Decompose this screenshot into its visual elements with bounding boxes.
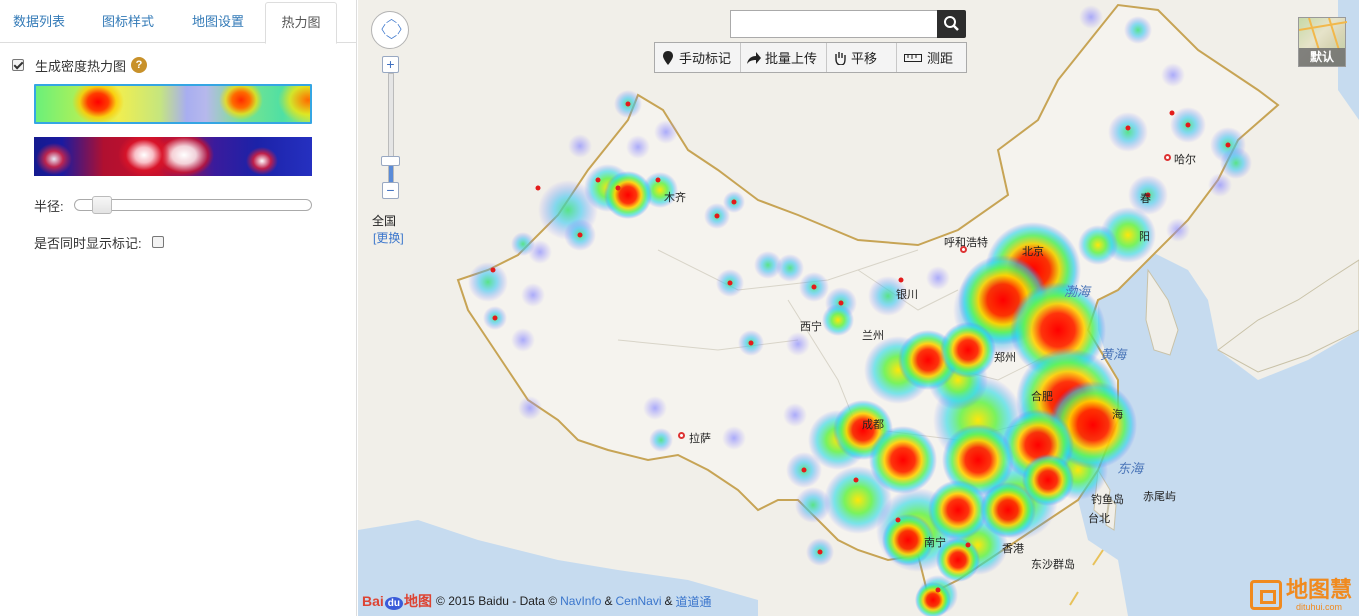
navinfo-link[interactable]: NavInfo xyxy=(560,594,601,608)
pin-icon xyxy=(661,50,675,65)
city-label: 成都 xyxy=(862,419,884,431)
pan-up-icon[interactable]: ︿ xyxy=(386,14,397,25)
heatmap-enable-row: 生成密度热力图 ? xyxy=(12,55,148,75)
zoom-slider-handle[interactable] xyxy=(381,156,400,166)
tab-map-settings[interactable]: 地图设置 xyxy=(178,2,258,43)
tool-batch-upload[interactable]: 批量上传 xyxy=(741,43,827,72)
watermark-subtitle: dituhui.com xyxy=(1295,602,1343,612)
tool-manual-mark[interactable]: 手动标记 xyxy=(655,43,741,72)
sea-label: 渤海 xyxy=(1064,284,1091,299)
dituhui-watermark: 地图慧 dituhui.com xyxy=(1250,578,1352,612)
pan-left-icon[interactable]: 〈 xyxy=(375,25,386,36)
tab-heatmap[interactable]: 热力图 xyxy=(265,2,337,44)
settings-panel: 数据列表 图标样式 地图设置 热力图 生成密度热力图 ? 半径: 是否同时显示标… xyxy=(0,0,357,616)
show-markers-label: 是否同时显示标记: xyxy=(34,235,142,251)
city-label: 银川 xyxy=(896,289,918,301)
zoom-slider[interactable] xyxy=(388,73,394,183)
city-label: 合肥 xyxy=(1031,391,1053,403)
map-search-box xyxy=(730,10,938,38)
city-label: 南宁 xyxy=(924,537,946,549)
china-heatmap-layer xyxy=(358,0,1359,616)
tool-label: 平移 xyxy=(851,51,878,66)
copyright-amp: & xyxy=(664,594,673,608)
help-icon[interactable]: ? xyxy=(131,57,148,73)
city-label: 赤尾屿 xyxy=(1143,491,1176,503)
city-marker xyxy=(1164,154,1171,161)
city-label: 兰州 xyxy=(862,330,884,342)
city-label: 钓鱼岛 xyxy=(1091,494,1124,506)
city-label: 哈尔 xyxy=(1174,154,1196,166)
city-marker xyxy=(678,432,685,439)
city-label: 拉萨 xyxy=(689,433,711,445)
sea-label: 黄海 xyxy=(1100,347,1127,362)
settings-tabs: 数据列表 图标样式 地图设置 热力图 xyxy=(0,0,357,44)
map-canvas[interactable]: 木齐 哈尔 呼和浩特 银川 西宁 兰州 郑州 拉萨 海 合肥 成都 南宁 香港 … xyxy=(358,0,1359,616)
cennavi-link[interactable]: CenNavi xyxy=(615,594,661,608)
tab-data-list[interactable]: 数据列表 xyxy=(0,2,78,43)
tool-label: 手动标记 xyxy=(679,51,732,66)
ruler-icon xyxy=(903,51,923,65)
gradient-option-rainbow[interactable] xyxy=(34,84,312,124)
city-label: 海 xyxy=(1112,409,1123,421)
heatmap-enable-checkbox[interactable] xyxy=(12,59,24,71)
map-toolbar: 手动标记 批量上传 平移 测距 xyxy=(654,42,967,73)
heatmap-enable-label: 生成密度热力图 xyxy=(35,58,127,74)
zoom-change-link[interactable]: [更换] xyxy=(373,229,404,246)
map-copyright: Bai du 地图 © 2015 Baidu - Data © NavInfo & … xyxy=(362,586,715,616)
city-label: 香港 xyxy=(1002,543,1024,555)
map-thumbnail-icon xyxy=(1298,17,1348,51)
city-label: 郑州 xyxy=(994,352,1016,364)
app-root: 数据列表 图标样式 地图设置 热力图 生成密度热力图 ? 半径: 是否同时显示标… xyxy=(0,0,1359,616)
tab-icon-style[interactable]: 图标样式 xyxy=(88,2,168,43)
copyright-amp: & xyxy=(604,594,613,608)
radius-row: 半径: xyxy=(34,196,312,214)
watermark-title: 地图慧 xyxy=(1286,577,1353,602)
copyright-text: © 2015 Baidu - Data © xyxy=(436,594,558,608)
dituhui-logo-icon xyxy=(1250,580,1282,610)
tool-label: 批量上传 xyxy=(765,51,818,66)
city-marker xyxy=(960,246,967,253)
search-icon xyxy=(944,16,959,31)
zoom-level-label: 全国 xyxy=(372,214,397,228)
show-markers-row: 是否同时显示标记: xyxy=(34,233,164,251)
gradient-option-dark[interactable] xyxy=(34,137,312,176)
share-arrow-icon xyxy=(747,51,761,65)
map-type-switch[interactable]: 默认 xyxy=(1298,17,1348,67)
zoom-in-button[interactable]: + xyxy=(382,56,399,73)
city-label: 台北 xyxy=(1088,513,1110,525)
baidu-logo: Bai du 地图 xyxy=(362,593,433,610)
hand-icon xyxy=(833,51,847,65)
pan-down-icon[interactable]: ﹀ xyxy=(386,36,397,47)
pan-right-icon[interactable]: 〉 xyxy=(397,25,408,36)
radius-label: 半径: xyxy=(34,198,64,214)
sea-label: 东海 xyxy=(1117,461,1144,476)
tool-measure[interactable]: 测距 xyxy=(897,43,966,72)
search-button[interactable] xyxy=(937,10,966,38)
city-label: 东沙群岛 xyxy=(1031,559,1075,571)
zoom-out-button[interactable]: − xyxy=(382,182,399,199)
city-label: 北京 xyxy=(1022,246,1044,258)
map-search-input[interactable] xyxy=(731,11,938,37)
tool-pan[interactable]: 平移 xyxy=(827,43,897,72)
city-label: 阳 xyxy=(1139,231,1150,243)
radius-slider-handle[interactable] xyxy=(91,196,112,214)
daodaotong-link[interactable]: 道道通 xyxy=(676,593,712,610)
city-label: 木齐 xyxy=(664,192,686,204)
pan-control[interactable]: ︿ ﹀ 〈 〉 xyxy=(371,11,409,49)
radius-slider[interactable] xyxy=(74,196,312,214)
tool-label: 测距 xyxy=(927,51,954,66)
show-markers-checkbox[interactable] xyxy=(151,236,164,248)
map-type-label: 默认 xyxy=(1299,48,1345,66)
city-label: 春 xyxy=(1140,193,1151,205)
city-label: 西宁 xyxy=(800,321,822,333)
